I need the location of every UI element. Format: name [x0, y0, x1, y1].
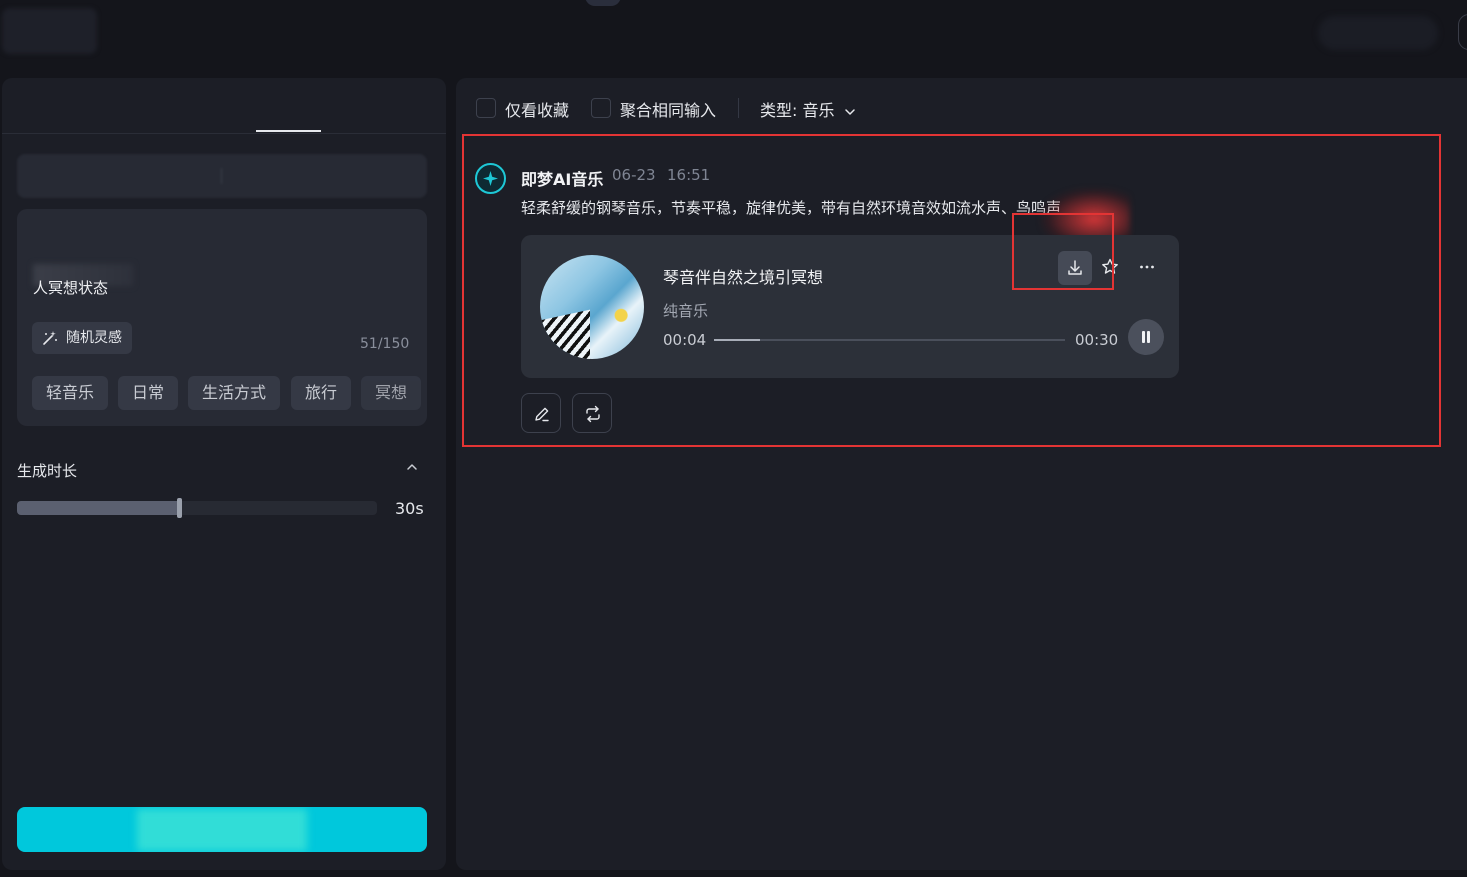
magic-wand-icon: [43, 331, 57, 345]
highlight-box-result: [462, 134, 1441, 447]
type-dropdown-label: 类型: 音乐: [760, 101, 835, 120]
prompt-text: 人冥想状态: [33, 279, 109, 297]
highlight-box-download: [1012, 213, 1114, 290]
left-panel: 人冥想状态 随机灵感 51/150 轻音乐 日常 生活方式 旅行 冥想 生成时长…: [2, 78, 446, 870]
favorites-only-label[interactable]: 仅看收藏: [505, 97, 569, 121]
duration-slider-thumb[interactable]: [177, 498, 182, 518]
generate-button[interactable]: [17, 807, 427, 852]
filter-divider: [738, 98, 739, 118]
duration-slider[interactable]: [17, 498, 377, 518]
duration-value: 30s: [395, 499, 424, 518]
merge-same-input-checkbox[interactable]: [591, 98, 611, 118]
chevron-down-icon: [844, 108, 855, 115]
chip-daily[interactable]: 日常: [118, 376, 179, 410]
chip-light-music[interactable]: 轻音乐: [32, 376, 109, 410]
random-inspiration-label: 随机灵感: [66, 330, 122, 346]
duration-label: 生成时长: [17, 462, 78, 480]
type-dropdown[interactable]: 类型: 音乐: [760, 97, 856, 121]
top-bar: [0, 0, 1467, 78]
duration-slider-fill: [17, 501, 179, 515]
random-inspiration-button[interactable]: 随机灵感: [32, 322, 132, 354]
chevron-up-icon[interactable]: [405, 460, 419, 474]
prompt-input-box[interactable]: 人冥想状态 随机灵感 51/150 轻音乐 日常 生活方式 旅行 冥想: [17, 209, 427, 426]
chip-travel[interactable]: 旅行: [291, 376, 352, 410]
app-logo-blurred[interactable]: [2, 8, 97, 54]
top-right-control-blurred[interactable]: [1318, 16, 1438, 50]
chip-lifestyle[interactable]: 生活方式: [188, 376, 281, 410]
active-tab-indicator: [256, 130, 321, 132]
favorites-only-checkbox[interactable]: [476, 98, 496, 118]
merge-same-input-label[interactable]: 聚合相同输入: [620, 97, 716, 121]
mode-switcher-blurred[interactable]: [17, 154, 427, 198]
left-tab-bar: [2, 78, 446, 134]
char-counter: 51/150: [360, 336, 410, 352]
chip-meditation[interactable]: 冥想: [361, 376, 421, 410]
generate-button-label-blurred: [137, 809, 307, 851]
top-right-edge-button[interactable]: [1458, 14, 1467, 50]
